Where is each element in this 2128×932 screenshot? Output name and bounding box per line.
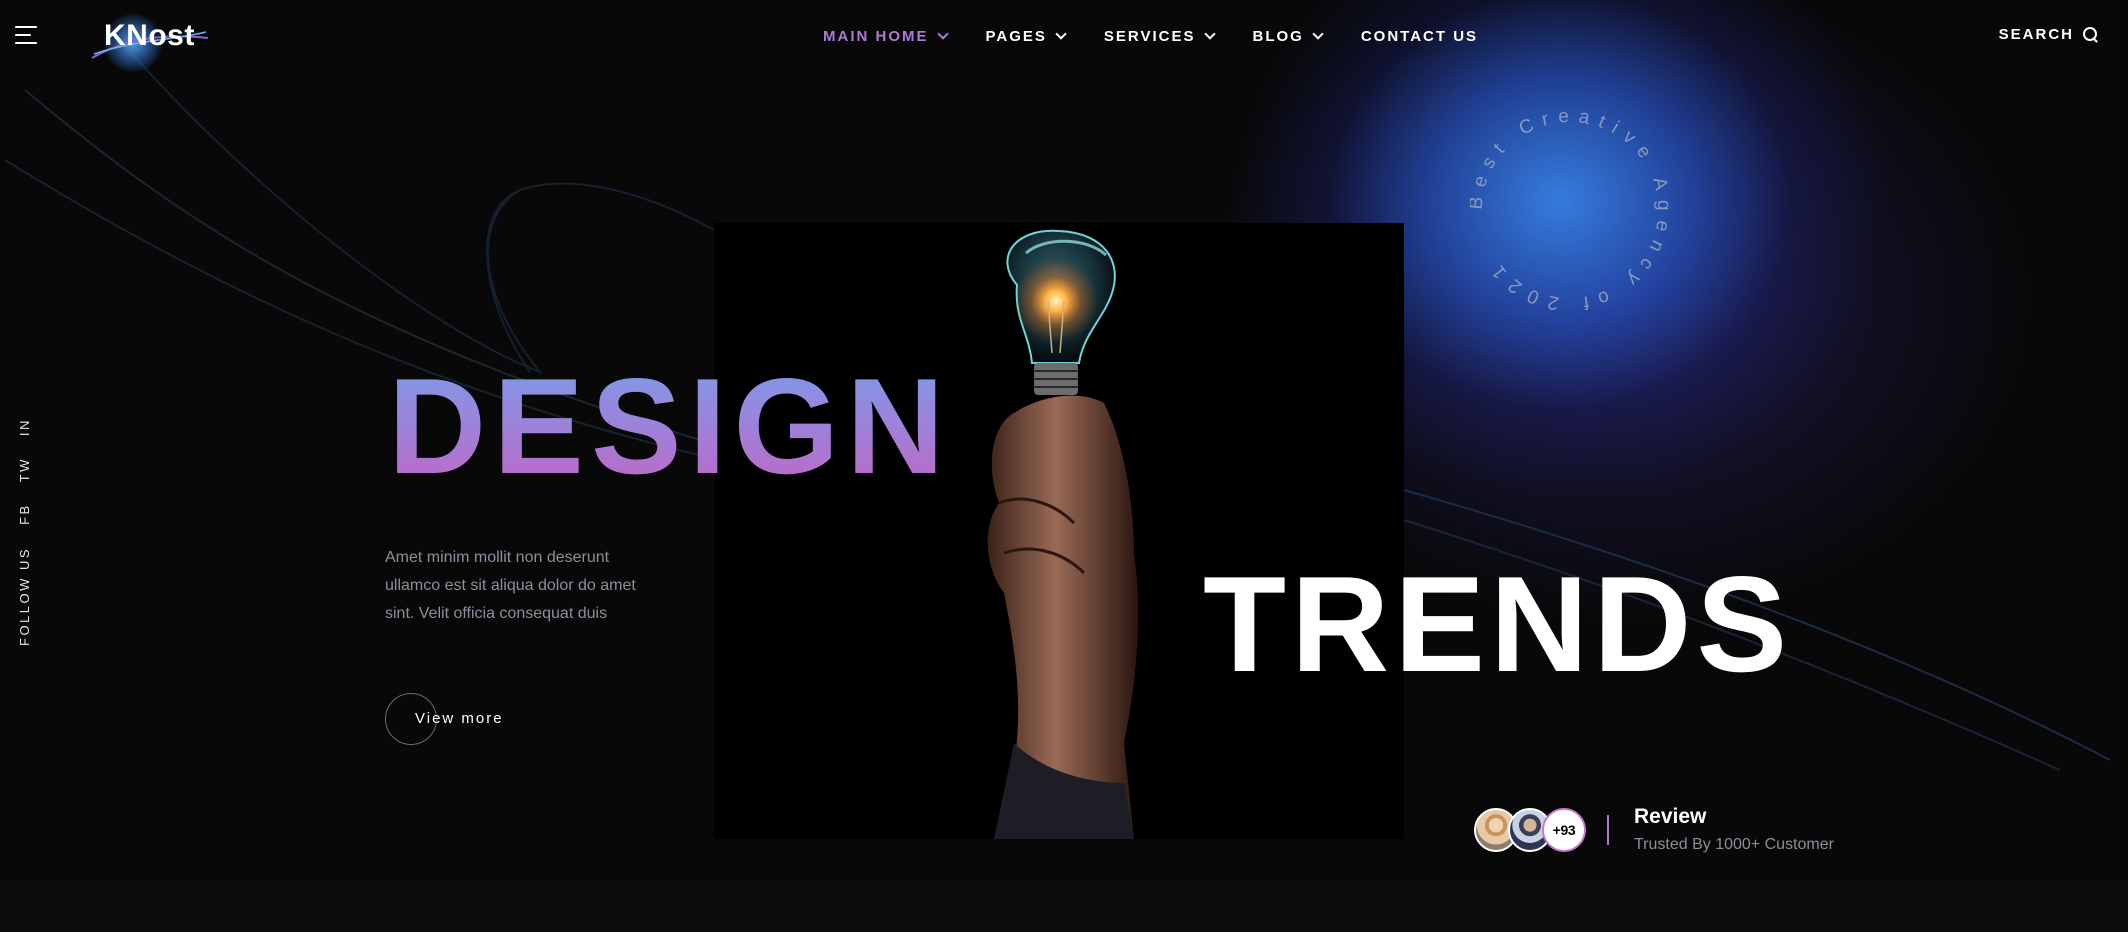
chevron-down-icon: [1312, 27, 1324, 40]
hero-image-lightbulb: [714, 223, 1404, 839]
hero-description: Amet minim mollit non deserunt ullamco e…: [385, 549, 636, 622]
nav-item-pages[interactable]: PAGES: [985, 27, 1067, 45]
chevron-down-icon: [936, 27, 949, 40]
nav-item-contact-us[interactable]: CONTACT US: [1361, 28, 1478, 45]
logo-text: KNost: [104, 19, 195, 52]
nav-item-label: MAIN HOME: [823, 27, 929, 45]
search-label: SEARCH: [1998, 26, 2074, 43]
badge-text: Best Creative Agency of 2021: [1470, 110, 1665, 310]
hero-section: Best Creative Agency of 2021: [0, 0, 2128, 880]
creative-agency-badge: Best Creative Agency of 2021: [1470, 110, 1670, 310]
nav-item-blog[interactable]: BLOG: [1252, 27, 1324, 45]
social-link-fb[interactable]: FB: [17, 503, 32, 525]
page-bottom-strip: [0, 880, 2128, 932]
follow-us-label: FOLLOW US: [16, 546, 32, 646]
nav-item-label: PAGES: [985, 27, 1047, 45]
nav-item-label: SERVICES: [1103, 27, 1196, 45]
headline-trends: TRENDS: [1203, 548, 1793, 700]
review-subtitle: Trusted By 1000+ Customer: [1634, 836, 1834, 853]
social-link-in[interactable]: IN: [17, 418, 32, 436]
review-divider: [1607, 815, 1609, 845]
nav-item-label: BLOG: [1252, 27, 1304, 45]
hamburger-menu-icon[interactable]: [15, 26, 37, 44]
view-more-label: View more: [415, 710, 504, 727]
brand-logo[interactable]: KNost: [90, 10, 220, 72]
social-sidebar: FOLLOW US FB TW IN: [8, 418, 32, 646]
nav-item-services[interactable]: SERVICES: [1103, 27, 1216, 45]
search-button[interactable]: SEARCH: [1999, 26, 2098, 43]
customer-avatars: +93: [1474, 808, 1586, 852]
nav-item-main-home[interactable]: MAIN HOME: [823, 27, 949, 45]
search-icon: [2083, 27, 2098, 42]
chevron-down-icon: [1055, 27, 1067, 40]
social-link-tw[interactable]: TW: [17, 457, 32, 482]
headline-design: DESIGN: [388, 350, 952, 502]
review-title: Review: [1634, 805, 1707, 828]
chevron-down-icon: [1203, 27, 1216, 40]
avatar-count: +93: [1542, 808, 1586, 852]
lightbulb-hand-illustration: [987, 229, 1139, 839]
svg-text:Best Creative Agency of 2021: Best Creative Agency of 2021: [1470, 110, 1670, 310]
main-nav: MAIN HOME PAGES SERVICES BLOG CONTACT US: [823, 26, 1478, 46]
nav-item-label: CONTACT US: [1360, 27, 1479, 45]
